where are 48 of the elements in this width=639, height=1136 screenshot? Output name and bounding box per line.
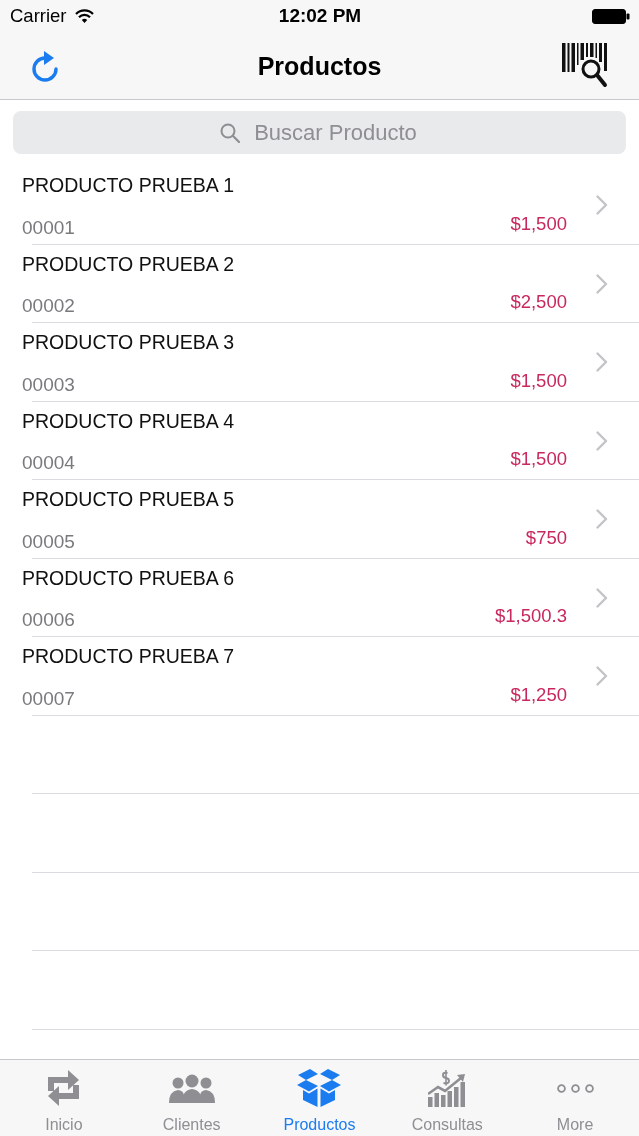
chevron-icon [596, 430, 608, 451]
search-field[interactable]: Buscar Producto [13, 111, 626, 154]
product-price: $2,500 [510, 291, 567, 313]
chevron-icon [596, 666, 608, 687]
carrier-name: Carrier [10, 5, 67, 27]
product-price: $1,500.3 [495, 605, 567, 627]
refresh-icon [31, 49, 60, 82]
product-name: PRODUCTO PRUEBA 5 [22, 488, 235, 510]
product-name: PRODUCTO PRUEBA 6 [22, 566, 235, 589]
refresh-button[interactable] [31, 49, 60, 82]
product-price: $1,500 [510, 369, 567, 392]
product-code: 00002 [22, 295, 75, 317]
nav-title: Productos [257, 50, 382, 81]
product-name: PRODUCTO PRUEBA 4 [22, 409, 235, 432]
product-name: PRODUCTO PRUEBA 2 [22, 252, 235, 275]
battery-icon [592, 8, 630, 24]
chevron-icon [596, 195, 608, 216]
tab[interactable]: Clientes [127, 1060, 256, 1136]
people-icon [168, 1073, 215, 1103]
chevron-icon [596, 587, 608, 608]
tab[interactable]: More [511, 1060, 639, 1136]
status-time: 12:02 PM [278, 5, 362, 27]
search-icon [220, 123, 240, 143]
product-name: PRODUCTO PRUEBA 3 [22, 331, 235, 353]
barcode-search-button[interactable] [562, 43, 608, 88]
product-name: PRODUCTO PRUEBA 1 [22, 174, 235, 196]
chevron-icon [596, 509, 608, 530]
chevron-icon [596, 352, 608, 373]
product-price: $1,250 [510, 683, 567, 706]
product-code: 00007 [22, 687, 75, 710]
more-dots-icon [556, 1083, 594, 1093]
tab[interactable]: Productos [255, 1060, 384, 1136]
product-price: $1,500 [510, 212, 567, 235]
growth-chart-icon [428, 1069, 467, 1107]
product-price: $1,500 [510, 448, 567, 470]
tab[interactable]: Inicio [0, 1060, 128, 1136]
open-box-icon [297, 1069, 342, 1107]
product-name: PRODUCTO PRUEBA 7 [22, 645, 235, 667]
tab[interactable]: Consultas [383, 1060, 512, 1136]
product-code: 00006 [22, 609, 75, 631]
product-code: 00001 [22, 216, 75, 239]
wifi-icon [74, 9, 94, 23]
product-code: 00004 [22, 452, 75, 474]
chevron-icon [596, 273, 608, 294]
product-price: $750 [525, 526, 567, 549]
barcode-search-icon [562, 43, 608, 88]
product-code: 00005 [22, 530, 75, 553]
product-code: 00003 [22, 373, 75, 396]
